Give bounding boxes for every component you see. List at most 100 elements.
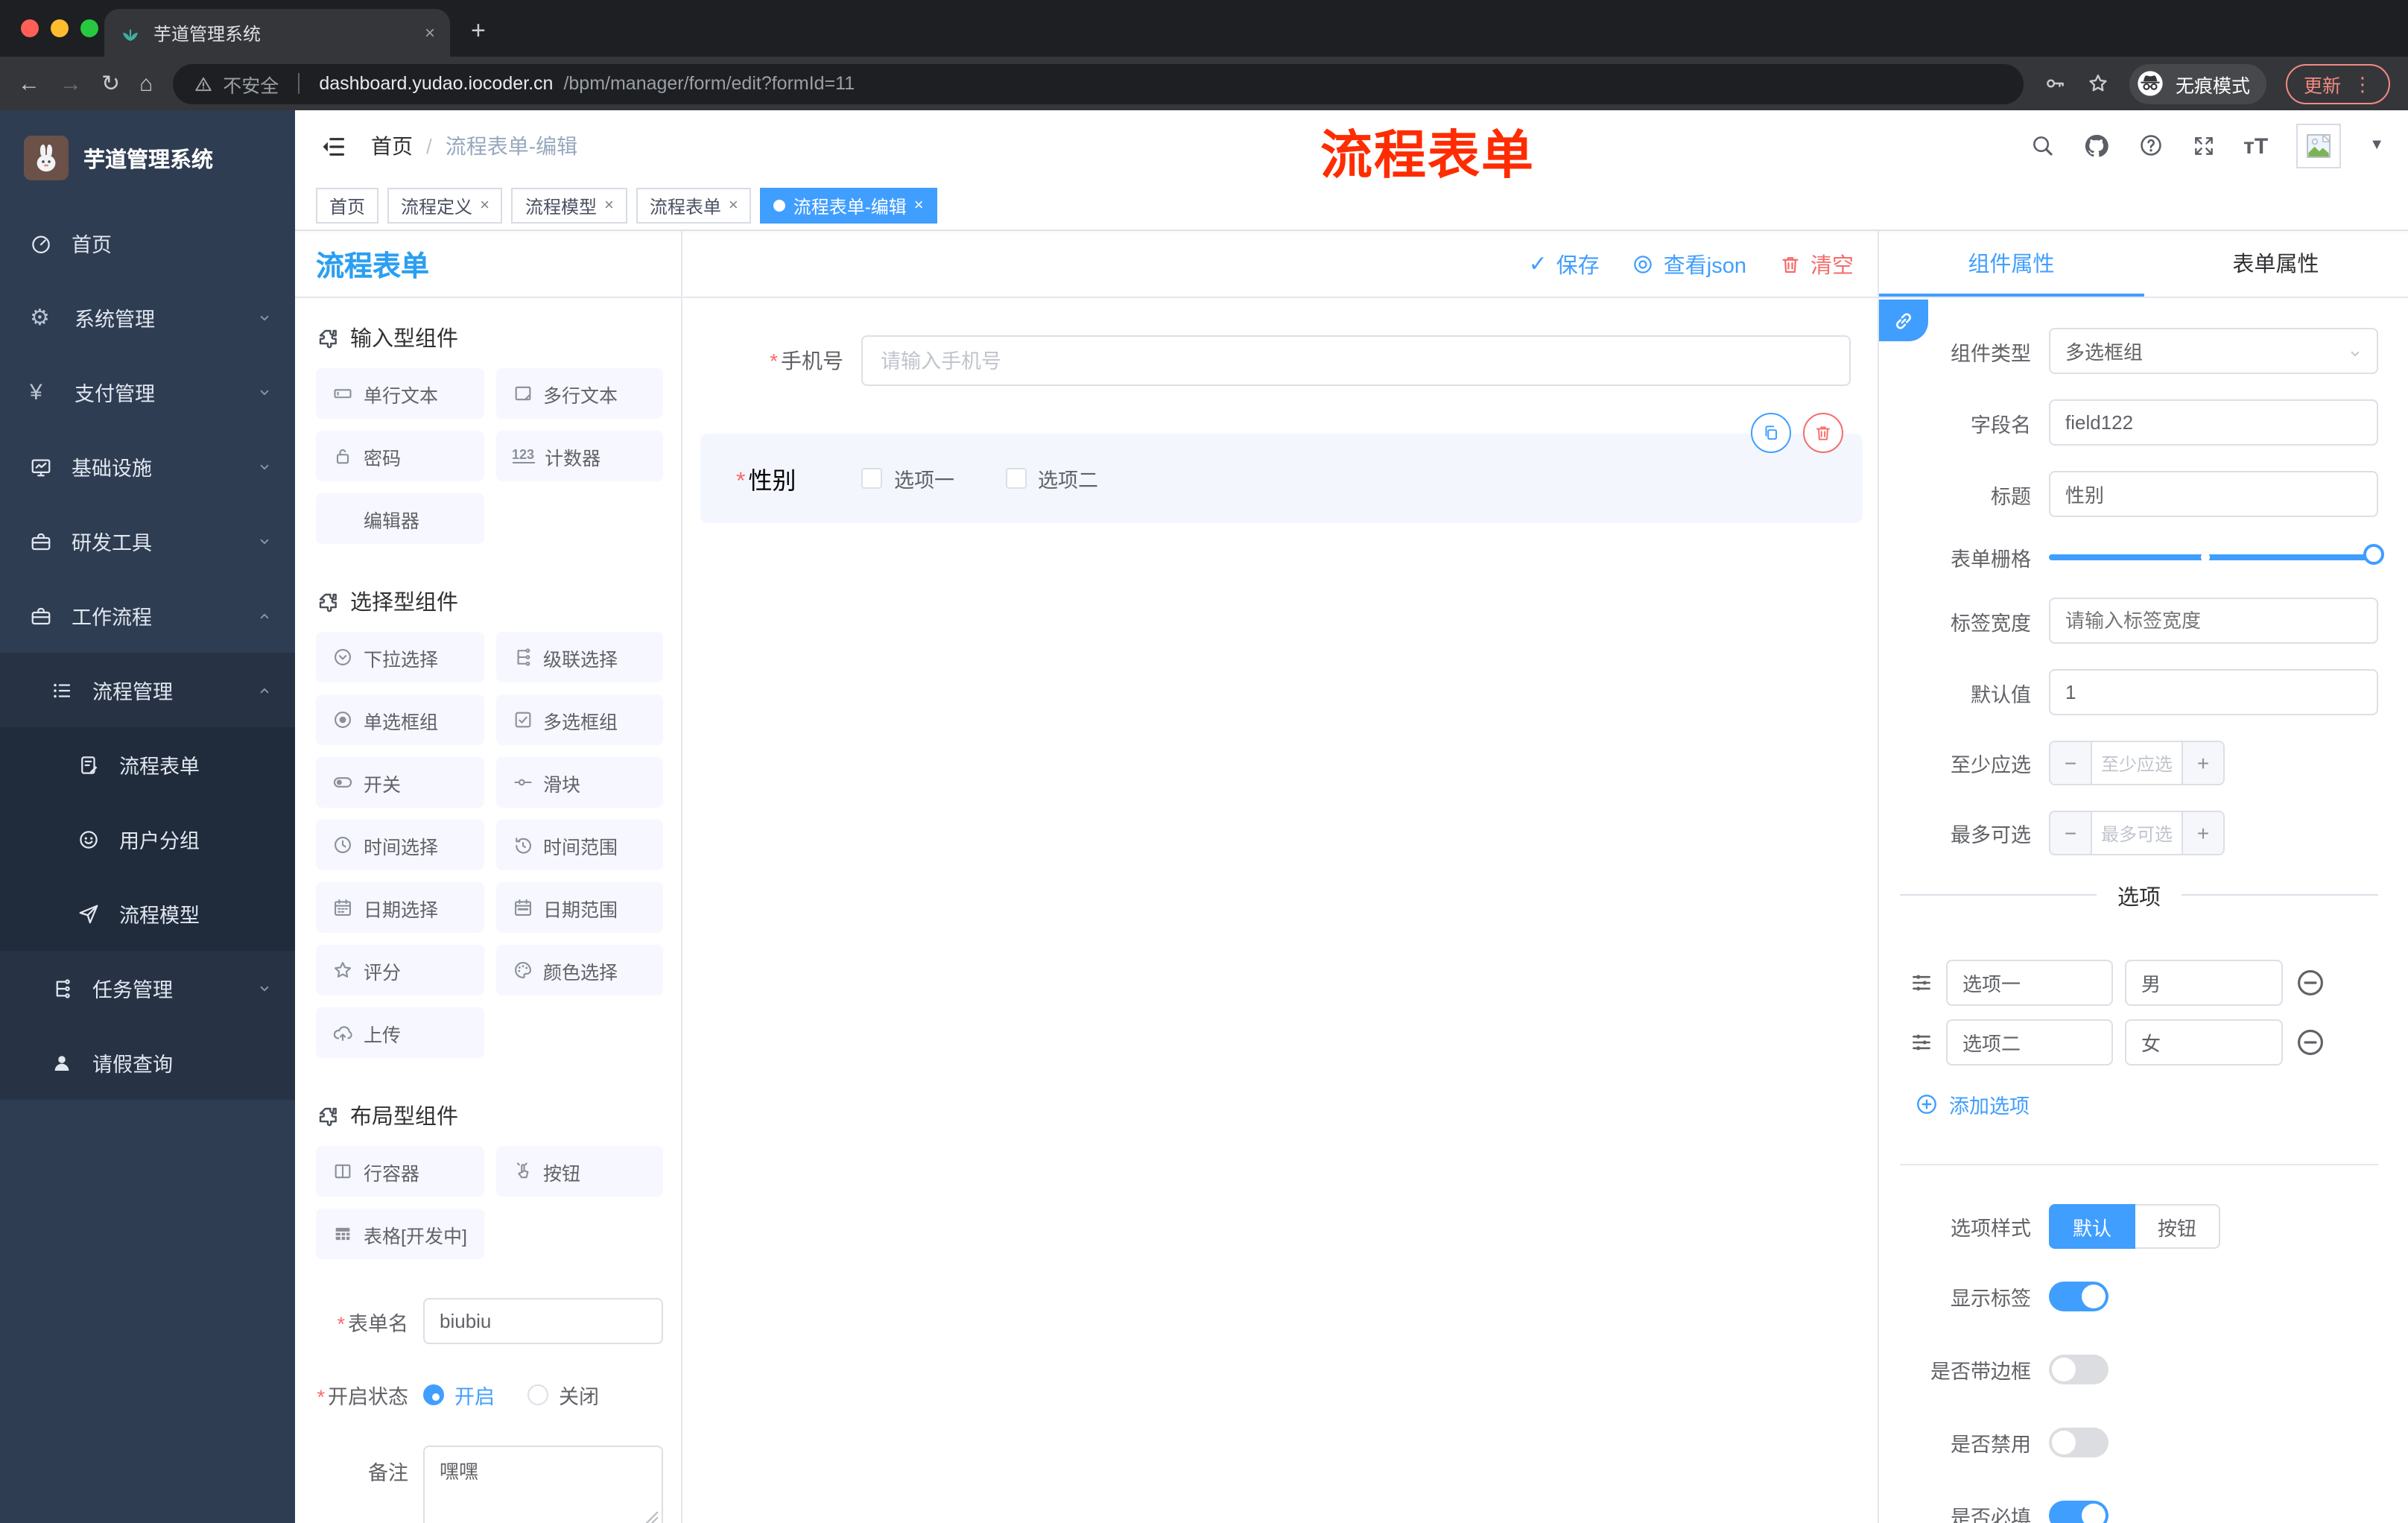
sidebar-item-leave-query[interactable]: 请假查询: [0, 1025, 295, 1100]
avatar[interactable]: [2296, 124, 2342, 168]
palette-item-time-range[interactable]: 时间范围: [495, 820, 663, 870]
default-value-input[interactable]: [2049, 669, 2378, 715]
github-icon[interactable]: [2082, 133, 2109, 159]
fullscreen-icon[interactable]: [2191, 133, 2215, 159]
palette-item-date-range[interactable]: 日期范围: [495, 882, 663, 933]
increase-button[interactable]: +: [2183, 742, 2223, 784]
palette-item-color-picker[interactable]: 颜色选择: [495, 945, 663, 995]
palette-item-cascader[interactable]: 级联选择: [495, 632, 663, 683]
field-name-input[interactable]: [2049, 399, 2378, 446]
palette-item-single-text[interactable]: 单行文本: [316, 368, 484, 419]
sidebar-item-infra[interactable]: 基础设施: [0, 429, 295, 504]
tag-home[interactable]: 首页: [316, 188, 379, 224]
max-checked-value[interactable]: 最多可选: [2091, 812, 2183, 854]
search-icon[interactable]: [2029, 133, 2054, 159]
palette-item-password[interactable]: 密码: [316, 431, 484, 481]
palette-item-time-picker[interactable]: 时间选择: [316, 820, 484, 870]
tag-close-icon[interactable]: ×: [914, 197, 924, 215]
min-checked-value[interactable]: 至少应选: [2091, 742, 2183, 784]
tag-close-icon[interactable]: ×: [729, 197, 738, 215]
canvas-checkbox-选项二[interactable]: 选项二: [1005, 463, 1098, 493]
segment-按钮[interactable]: 按钮: [2135, 1204, 2221, 1249]
title-input[interactable]: [2049, 471, 2378, 517]
delete-component-button[interactable]: [1803, 413, 1843, 453]
help-icon[interactable]: [2138, 133, 2163, 159]
browser-menu-icon[interactable]: ⋮: [2353, 74, 2372, 93]
bookmark-star-icon[interactable]: [2086, 72, 2110, 95]
palette-item-editor[interactable]: 编辑器: [316, 493, 484, 544]
sidebar-item-system[interactable]: ⚙ 系统管理: [0, 280, 295, 355]
palette-item-checkbox-group[interactable]: 多选框组: [495, 694, 663, 745]
sidebar-item-process-model[interactable]: 流程模型: [0, 876, 295, 951]
sidebar-item-payment[interactable]: ¥ 支付管理: [0, 355, 295, 429]
canvas-field-phone[interactable]: * 手机号: [700, 335, 1863, 386]
copy-component-button[interactable]: [1751, 413, 1791, 453]
remove-option-button[interactable]: [2295, 1027, 2326, 1058]
decrease-button[interactable]: −: [2050, 742, 2091, 784]
tag-process-form-edit[interactable]: 流程表单-编辑 ×: [760, 188, 937, 224]
reload-icon[interactable]: ↻: [101, 72, 120, 95]
address-bar[interactable]: 不安全 dashboard.yudao.iocoder.cn/bpm/manag…: [172, 63, 2024, 104]
required-switch[interactable]: [2049, 1501, 2108, 1523]
sidebar-item-task-mgmt[interactable]: 任务管理: [0, 951, 295, 1025]
palette-item-upload[interactable]: 上传: [316, 1007, 484, 1058]
form-remark-textarea[interactable]: 嘿嘿: [423, 1446, 663, 1523]
tag-process-definition[interactable]: 流程定义 ×: [387, 188, 503, 224]
palette-item-date-picker[interactable]: 日期选择: [316, 882, 484, 933]
tag-process-form[interactable]: 流程表单 ×: [636, 188, 752, 224]
option-value-input[interactable]: [2125, 1019, 2283, 1066]
new-tab-button[interactable]: +: [471, 16, 486, 46]
status-radio-关闭[interactable]: 关闭: [527, 1380, 599, 1410]
palette-item-counter[interactable]: 123 计数器: [495, 431, 663, 481]
tag-process-model[interactable]: 流程模型 ×: [511, 188, 627, 224]
hamburger-icon[interactable]: [319, 132, 347, 160]
palette-item-select[interactable]: 下拉选择: [316, 632, 484, 683]
phone-input[interactable]: [861, 335, 1851, 386]
user-caret-down-icon[interactable]: ▼: [2369, 138, 2384, 153]
browser-tab[interactable]: 芋道管理系统 ×: [104, 9, 450, 57]
tag-close-icon[interactable]: ×: [480, 197, 489, 215]
back-icon[interactable]: ←: [18, 72, 40, 95]
save-button[interactable]: ✓ 保存: [1529, 248, 1600, 279]
option-label-input[interactable]: [1946, 1019, 2113, 1066]
disabled-switch[interactable]: [2049, 1428, 2108, 1457]
show-label-switch[interactable]: [2049, 1282, 2108, 1311]
palette-item-slider[interactable]: 滑块: [495, 757, 663, 808]
slider-handle[interactable]: [2363, 544, 2384, 565]
font-size-icon[interactable]: тT: [2243, 135, 2268, 157]
add-option-button[interactable]: 添加选项: [1915, 1089, 2378, 1119]
tab-component-props[interactable]: 组件属性: [1879, 231, 2144, 297]
tag-close-icon[interactable]: ×: [604, 197, 614, 215]
with-border-switch[interactable]: [2049, 1355, 2108, 1384]
palette-item-row[interactable]: 行容器: [316, 1146, 484, 1197]
resize-grip-icon[interactable]: [645, 1505, 659, 1523]
sidebar-logo[interactable]: 芋道管理系统: [0, 110, 295, 206]
sidebar-item-home[interactable]: 首页: [0, 206, 295, 280]
sidebar-item-user-group[interactable]: 用户分组: [0, 802, 295, 876]
password-key-icon[interactable]: [2043, 72, 2067, 95]
form-name-input[interactable]: [423, 1298, 663, 1344]
option-label-input[interactable]: [1946, 960, 2113, 1006]
decrease-button[interactable]: −: [2050, 812, 2091, 854]
palette-item-switch[interactable]: 开关: [316, 757, 484, 808]
segment-默认[interactable]: 默认: [2049, 1204, 2136, 1249]
remove-option-button[interactable]: [2295, 967, 2326, 998]
update-button[interactable]: 更新 ⋮: [2285, 63, 2390, 104]
chain-link-button[interactable]: [1879, 300, 1928, 341]
tab-form-props[interactable]: 表单属性: [2144, 231, 2408, 297]
home-icon[interactable]: ⌂: [139, 72, 153, 95]
palette-item-multi-text[interactable]: 多行文本: [495, 368, 663, 419]
canvas-field-gender-selected[interactable]: * 性别 选项一 选项二: [700, 413, 1863, 523]
palette-item-button[interactable]: 按钮: [495, 1146, 663, 1197]
zoom-window-button[interactable]: [80, 19, 98, 37]
sidebar-item-process-mgmt[interactable]: 流程管理: [0, 653, 295, 727]
forward-icon[interactable]: →: [60, 72, 82, 95]
sidebar-item-devtools[interactable]: 研发工具: [0, 504, 295, 578]
tab-close-icon[interactable]: ×: [425, 22, 435, 43]
form-grid-slider[interactable]: [2049, 544, 2384, 565]
close-window-button[interactable]: [21, 19, 39, 37]
canvas-checkbox-选项一[interactable]: 选项一: [861, 463, 954, 493]
status-radio-开启[interactable]: 开启: [423, 1380, 495, 1410]
view-json-button[interactable]: 查看json: [1632, 248, 1746, 279]
increase-button[interactable]: +: [2183, 812, 2223, 854]
